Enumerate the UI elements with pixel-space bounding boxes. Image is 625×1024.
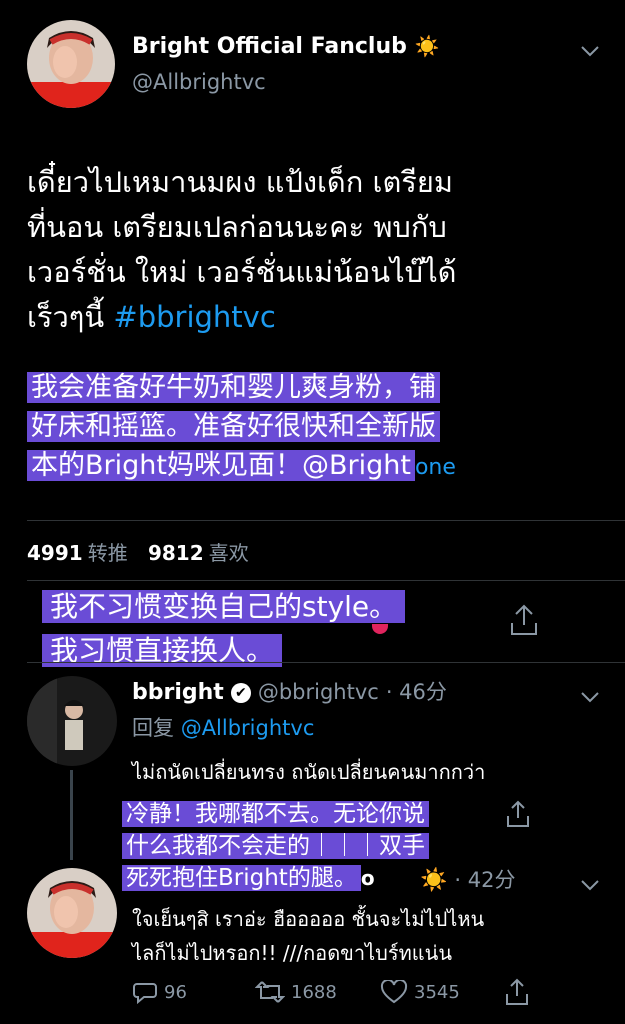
divider [27, 580, 625, 581]
reply2-text-line: ไลก็ไม่ไปหรอก!! ///กอดขาไบร์ทแน่น [132, 941, 452, 965]
reply-avatar[interactable] [27, 676, 117, 766]
tweet-text-line: เดี๋ยวไปเหมานมผง แป้งเด็ก เตรียม [27, 165, 453, 199]
overlay-caption: 我不习惯变换自己的style。 我习惯直接换人。 [42, 585, 406, 673]
retweets-label: 转推 [87, 541, 128, 565]
divider [27, 662, 625, 663]
chevron-down-icon[interactable] [580, 872, 600, 896]
chevron-down-icon[interactable] [580, 684, 600, 708]
share-icon[interactable] [506, 800, 530, 832]
author-handle[interactable]: @Allbrightvc [132, 70, 266, 94]
reply-text: ไม่ถนัดเปลี่ยนทรง ถนัดเปลี่ยนคนมากกว่า [132, 760, 486, 784]
tweet-text-line: ที่นอน เตรียมเปลก่อนนะคะ พบกับ [27, 210, 447, 244]
tweet-stats: 4991 转推 9812 喜欢 [27, 537, 249, 566]
hashtag-link[interactable]: #bbrightvc [113, 300, 275, 334]
translation-line: 好床和摇篮。准备好很快和全新版 [27, 411, 440, 442]
reply-button[interactable]: 96 [132, 980, 187, 1004]
translation-line: 什么我都不会走的｜｜｜双手 [122, 833, 429, 859]
translation-line: 我会准备好牛奶和婴儿爽身粉，铺 [27, 372, 440, 403]
like-button[interactable]: 3545 [380, 980, 460, 1004]
reply-to-label: 回复 [132, 716, 174, 740]
translation-line: 死死抱住Bright的腿。 [122, 865, 361, 891]
retweet-icon [255, 981, 285, 1003]
reply-to: 回复 @Allbrightvc [132, 712, 314, 742]
tweet-text-line: เวอร์ชั่น ใหม่ เวอร์ชั่นแม่น้อนไบ๊ได้ [27, 255, 457, 289]
likes-count[interactable]: 9812 [148, 541, 204, 565]
tweet-text-line: เร็วๆนี้ #bbrightvc [27, 295, 607, 340]
reply2-time: · 42分 [454, 868, 516, 892]
author-avatar[interactable] [27, 20, 115, 108]
chevron-down-icon[interactable] [580, 38, 600, 62]
reply-icon [133, 983, 157, 1004]
share-icon[interactable] [509, 603, 539, 641]
like-count: 3545 [414, 981, 460, 1003]
translation-tail: o [360, 866, 375, 890]
translation-line: 冷静！我哪都不去。无论你说 [122, 801, 429, 827]
reply-header: bbright ✔ @bbrightvc · 46分 [132, 676, 447, 706]
retweet-count: 1688 [291, 981, 337, 1003]
tweet-translation: 我会准备好牛奶和婴儿爽身粉，铺 好床和摇篮。准备好很快和全新版 本的Bright… [27, 368, 587, 487]
author-name-text: Bright Official Fanclub [132, 34, 407, 59]
thread-line [70, 770, 73, 860]
reply-author-name[interactable]: bbright [132, 680, 224, 705]
caption-line: 我不习惯变换自己的style。 [42, 590, 406, 623]
reply2-text-line: ใจเย็นๆสิ เราอ่ะ ฮือออออ ชั้นจะไม่ไปไหน [132, 907, 485, 931]
reply-to-handle[interactable]: @Allbrightvc [181, 716, 315, 740]
tweet-text-last: เร็วๆนี้ [27, 300, 105, 334]
translation-line: 本的Bright妈咪见面！@Bright [27, 450, 415, 481]
reply2-text: ใจเย็นๆสิ เราอ่ะ ฮือออออ ชั้นจะไม่ไปไหน … [132, 902, 484, 970]
retweet-button[interactable]: 1688 [255, 980, 337, 1004]
sun-emoji-icon: ☀️ [414, 34, 440, 58]
reply-count: 96 [164, 981, 187, 1003]
share-icon[interactable] [505, 978, 529, 1010]
heart-icon [380, 980, 408, 1004]
reply-time: · 46分 [385, 680, 447, 704]
author-name[interactable]: Bright Official Fanclub ☀️ [132, 34, 439, 59]
reply2-avatar[interactable] [27, 868, 117, 958]
divider [27, 520, 625, 521]
tweet-text: เดี๋ยวไปเหมานมผง แป้งเด็ก เตรียม ที่นอน … [27, 160, 607, 340]
sun-emoji-icon: ☀️ [420, 868, 448, 893]
reply-translation: 冷静！我哪都不去。无论你说 什么我都不会走的｜｜｜双手 死死抱住Bright的腿… [122, 798, 429, 894]
translation-tail: one [414, 455, 456, 480]
reply2-header: ☀️ · 42分 [420, 864, 515, 894]
reply-author-handle[interactable]: @bbrightvc [258, 680, 379, 704]
verified-badge-icon: ✔ [230, 683, 251, 703]
likes-label: 喜欢 [208, 541, 249, 565]
retweets-count[interactable]: 4991 [27, 541, 83, 565]
